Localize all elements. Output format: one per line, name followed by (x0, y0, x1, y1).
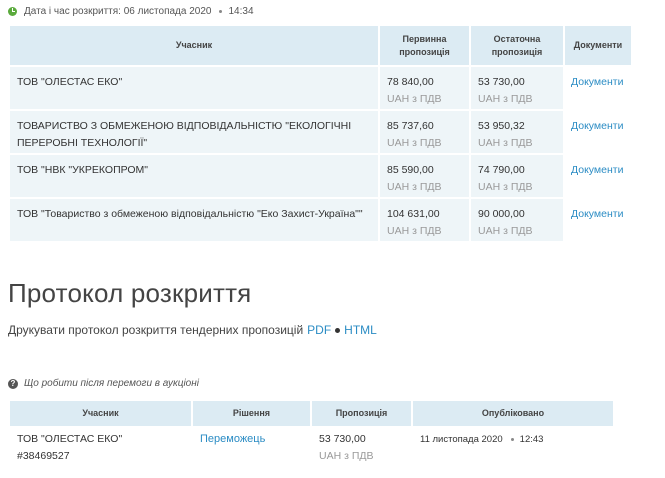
initial-offer: 85 737,60 (387, 120, 434, 132)
currency-note: UAH з ПДВ (478, 225, 533, 237)
print-protocol-line: Друкувати протокол розкриття тендерних п… (8, 323, 377, 337)
currency-note: UAH з ПДВ (478, 181, 533, 193)
final-offer: 74 790,00 (478, 164, 525, 176)
currency-note: UAH з ПДВ (478, 93, 533, 105)
header-decision: Рішення (193, 401, 310, 426)
final-offer: 90 000,00 (478, 208, 525, 220)
disclosure-date-line: Дата і час розкриття: 06 листопада 2020 … (8, 6, 254, 17)
winner-table-header: Учасник Рішення Пропозиція Опубліковано (10, 401, 613, 426)
after-win-hint[interactable]: ? Що робити після перемоги в аукціоні (8, 378, 199, 389)
html-link[interactable]: HTML (344, 323, 377, 337)
dot-separator (510, 437, 514, 441)
participant-name: ТОВ "Товариство з обмеженою відповідальн… (17, 208, 363, 220)
participant-code: #38469527 (17, 450, 70, 462)
bids-table: Учасник Первинна пропозиція Остаточна пр… (8, 24, 633, 243)
after-win-hint-text[interactable]: Що робити після перемоги в аукціоні (24, 378, 199, 389)
documents-link[interactable]: Документи (571, 164, 623, 176)
bullet-separator (335, 328, 341, 334)
currency-note: UAH з ПДВ (478, 137, 533, 149)
header-offer: Пропозиція (312, 401, 411, 426)
bids-table-header: Учасник Первинна пропозиція Остаточна пр… (10, 26, 631, 65)
currency-note: UAH з ПДВ (319, 450, 374, 462)
documents-link[interactable]: Документи (571, 208, 623, 220)
participant-name: ТОВ "ОЛЕСТАС ЕКО" (17, 76, 123, 88)
dot-separator (219, 10, 223, 13)
final-offer: 53 950,32 (478, 120, 525, 132)
header-initial-offer: Первинна пропозиція (380, 26, 469, 65)
published-time: 12:43 (519, 434, 544, 445)
question-icon: ? (8, 378, 18, 389)
participant-name: ТОВАРИСТВО З ОБМЕЖЕНОЮ ВІДПОВІДАЛЬНІСТЮ … (17, 120, 352, 149)
published-date: 11 листопада 2020 (420, 434, 503, 445)
clock-icon (8, 7, 17, 16)
disclosure-label: Дата і час розкриття: 06 листопада 2020 (24, 6, 212, 17)
print-protocol-text: Друкувати протокол розкриття тендерних п… (8, 323, 304, 337)
final-offer: 53 730,00 (478, 76, 525, 88)
participant-name: ТОВ "НВК "УКРЕКОПРОМ" (17, 164, 149, 176)
table-row: ТОВ "НВК "УКРЕКОПРОМ" 85 590,00 UAH з ПДВ… (10, 155, 631, 197)
initial-offer: 78 840,00 (387, 76, 434, 88)
documents-link[interactable]: Документи (571, 76, 623, 88)
initial-offer: 104 631,00 (387, 208, 440, 220)
table-row: ТОВ "Товариство з обмеженою відповідальн… (10, 199, 631, 241)
winner-table: Учасник Рішення Пропозиція Опубліковано … (8, 399, 615, 470)
participant-name: ТОВ "ОЛЕСТАС ЕКО" (17, 433, 123, 445)
winner-decision-link[interactable]: Переможець (200, 433, 265, 445)
pdf-link[interactable]: PDF (307, 323, 331, 337)
table-row: ТОВАРИСТВО З ОБМЕЖЕНОЮ ВІДПОВІДАЛЬНІСТЮ … (10, 111, 631, 153)
currency-note: UAH з ПДВ (387, 181, 442, 193)
protocol-title: Протокол розкриття (8, 278, 252, 308)
header-participant: Учасник (10, 401, 191, 426)
header-participant: Учасник (10, 26, 378, 65)
header-final-offer: Остаточна пропозиція (471, 26, 563, 65)
currency-note: UAH з ПДВ (387, 93, 442, 105)
table-row: ТОВ "ОЛЕСТАС ЕКО" 78 840,00 UAH з ПДВ 53 … (10, 67, 631, 109)
header-documents: Документи (565, 26, 631, 65)
initial-offer: 85 590,00 (387, 164, 434, 176)
table-row: ТОВ "ОЛЕСТАС ЕКО" #38469527 Переможець 53… (10, 428, 613, 468)
winner-offer: 53 730,00 (319, 433, 366, 445)
currency-note: UAH з ПДВ (387, 225, 442, 237)
currency-note: UAH з ПДВ (387, 137, 442, 149)
header-published: Опубліковано (413, 401, 613, 426)
disclosure-time: 14:34 (228, 6, 254, 17)
documents-link[interactable]: Документи (571, 120, 623, 132)
